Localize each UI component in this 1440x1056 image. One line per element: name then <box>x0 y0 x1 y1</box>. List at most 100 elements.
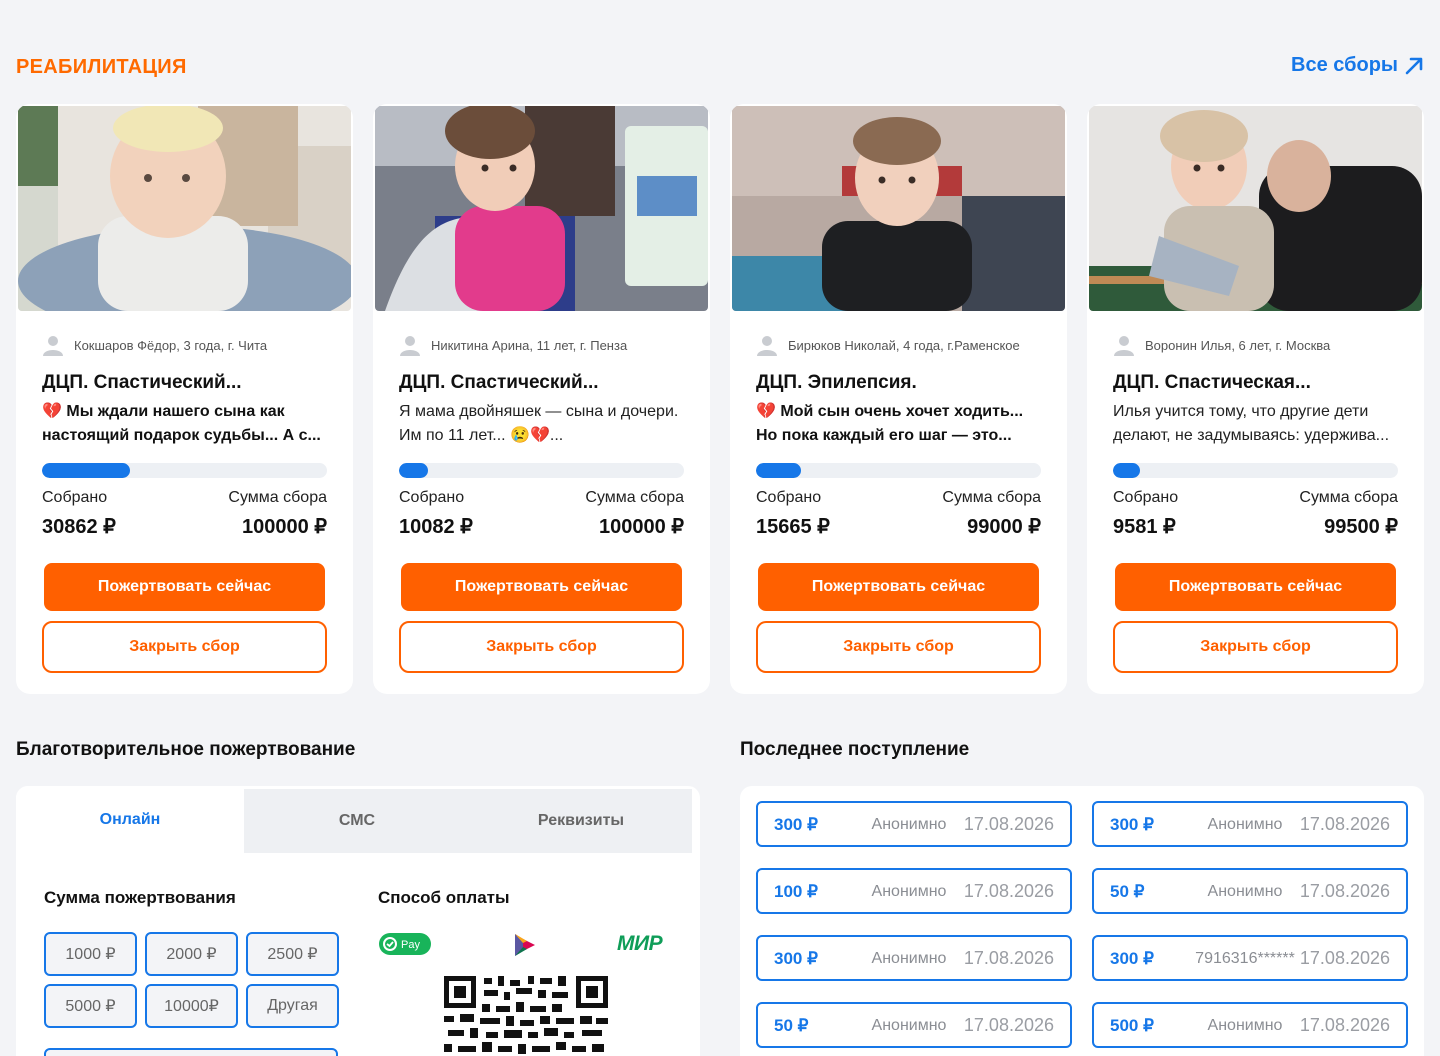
sber-pay-icon: Pay <box>379 933 431 955</box>
child-photo[interactable] <box>18 106 351 311</box>
amount-option[interactable]: 5000 ₽ <box>44 984 137 1028</box>
donation-date: 17.08.2026 <box>963 948 1054 968</box>
all-fundraisers-link[interactable]: Все сборы <box>1291 54 1424 77</box>
donation-row: 500 ₽ Анонимно 17.08.2026 <box>1092 1002 1408 1048</box>
amount-option[interactable]: 1000 ₽ <box>44 932 137 976</box>
progress-fill <box>399 463 428 478</box>
donation-row: 300 ₽ Анонимно 17.08.2026 <box>756 801 1072 847</box>
author-text: Бирюков Николай, 4 года, г.Раменское <box>788 337 1020 353</box>
payment-methods: Pay МИР <box>378 932 674 956</box>
amount-heading: Сумма пожертвования <box>44 888 236 907</box>
latest-donations-heading: Последнее поступление <box>740 739 970 760</box>
all-fundraisers-label: Все сборы <box>1291 54 1398 76</box>
donate-now-button[interactable]: Пожертвовать сейчас <box>44 563 325 611</box>
progress-fill <box>756 463 802 478</box>
collected-label: Собрано <box>1113 489 1179 506</box>
custom-amount-field[interactable] <box>44 1048 338 1056</box>
goal-label: Сумма сбора <box>942 489 1041 506</box>
card-title[interactable]: ДЦП. Спастический... <box>399 372 599 394</box>
author-text: Кокшаров Фёдор, 3 года, г. Чита <box>74 337 268 353</box>
card-title[interactable]: ДЦП. Эпилепсия. <box>756 372 917 394</box>
sber-pay-option[interactable]: Pay <box>378 932 432 961</box>
collected-amount: 30862 ₽ <box>42 516 116 538</box>
sber-pay-label: Pay <box>401 939 420 951</box>
author: Воронин Илья, 6 лет, г. Москва <box>1113 334 1330 356</box>
fundraiser-card[interactable]: Воронин Илья, 6 лет, г. Москва ДЦП. Спас… <box>1087 104 1424 694</box>
donation-amount: 50 ₽ <box>774 1016 809 1035</box>
section-title: РЕАБИЛИТАЦИЯ <box>16 56 187 78</box>
donate-now-button[interactable]: Пожертвовать сейчас <box>758 563 1039 611</box>
donation-amount: 100 ₽ <box>774 882 818 901</box>
close-fundraiser-button[interactable]: Закрыть сбор <box>399 621 684 673</box>
description-line: 💔 Мой сын очень хочет ходить... <box>756 403 1024 420</box>
mir-option[interactable]: МИР <box>617 932 663 956</box>
donate-now-button[interactable]: Пожертвовать сейчас <box>401 563 682 611</box>
donation-date: 17.08.2026 <box>1299 881 1390 901</box>
donation-row: 300 ₽ Анонимно 17.08.2026 <box>756 935 1072 981</box>
card-description: Я мама двойняшек — сына и дочери. Им по … <box>399 400 689 448</box>
donation-donor: 7916316****** <box>1195 950 1295 967</box>
author: Бирюков Николай, 4 года, г.Раменское <box>756 334 1020 356</box>
donation-amount: 300 ₽ <box>1110 815 1154 834</box>
fundraiser-card[interactable]: Кокшаров Фёдор, 3 года, г. Чита ДЦП. Спа… <box>16 104 353 694</box>
collected-label: Собрано <box>756 489 822 506</box>
child-photo[interactable] <box>1089 106 1422 311</box>
description-line: делают, не задумываясь: удержива... <box>1113 427 1390 444</box>
donation-amount: 50 ₽ <box>1110 882 1145 901</box>
section-header: РЕАБИЛИТАЦИЯ Все сборы <box>16 54 1424 82</box>
qr-code[interactable] <box>444 976 608 1056</box>
goal-amount: 99500 ₽ <box>1324 516 1398 538</box>
tab-online[interactable]: Онлайн <box>16 786 244 853</box>
card-description: 💔 Мой сын очень хочет ходить... Но пока … <box>756 400 1046 448</box>
child-photo[interactable] <box>375 106 708 311</box>
author-text: Никитина Арина, 11 лет, г. Пенза <box>431 337 628 353</box>
tab-sms[interactable]: СМС <box>244 786 470 853</box>
close-fundraiser-button[interactable]: Закрыть сбор <box>756 621 1041 673</box>
donation-donor: Анонимно <box>871 816 947 833</box>
author: Никитина Арина, 11 лет, г. Пенза <box>399 334 627 356</box>
donation-row: 300 ₽ 7916316****** 17.08.2026 <box>1092 935 1408 981</box>
progress-fill <box>1113 463 1141 478</box>
progress-bar <box>1113 463 1398 478</box>
child-photo[interactable] <box>732 106 1065 311</box>
sbp-icon <box>515 934 535 956</box>
amount-option[interactable]: 2500 ₽ <box>246 932 339 976</box>
donation-heading: Благотворительное пожертвование <box>16 739 356 760</box>
fundraiser-card[interactable]: Бирюков Николай, 4 года, г.Раменское ДЦП… <box>730 104 1067 694</box>
tab-requisites[interactable]: Реквизиты <box>470 786 696 853</box>
amount-option[interactable]: 2000 ₽ <box>145 932 238 976</box>
donation-amount: 300 ₽ <box>774 815 818 834</box>
donation-amount: 300 ₽ <box>1110 949 1154 968</box>
author: Кокшаров Фёдор, 3 года, г. Чита <box>42 334 267 356</box>
fundraiser-card[interactable]: Никитина Арина, 11 лет, г. Пенза ДЦП. Сп… <box>373 104 710 694</box>
donation-amount: 500 ₽ <box>1110 1016 1154 1035</box>
close-fundraiser-button[interactable]: Закрыть сбор <box>1113 621 1398 673</box>
description-line: настоящий подарок судьбы... А с... <box>42 427 321 444</box>
goal-amount: 100000 ₽ <box>241 516 327 538</box>
collected-amount: 10082 ₽ <box>399 516 473 538</box>
donations-list: 300 ₽ Анонимно 17.08.2026 300 ₽ Анонимно… <box>756 801 1408 1048</box>
donation-donor: Анонимно <box>1207 816 1283 833</box>
donation-donor: Анонимно <box>1207 1017 1283 1034</box>
collected-amount: 9581 ₽ <box>1113 516 1176 538</box>
amount-options: 1000 ₽ 2000 ₽ 2500 ₽ 5000 ₽ 10000₽ Друга… <box>44 932 340 1028</box>
collected-label: Собрано <box>42 489 108 506</box>
card-title[interactable]: ДЦП. Спастическая... <box>1113 372 1311 394</box>
amount-option[interactable]: 10000₽ <box>145 984 238 1028</box>
goal-amount: 100000 ₽ <box>598 516 684 538</box>
amount-option-other[interactable]: Другая <box>246 984 339 1028</box>
donation-row: 50 ₽ Анонимно 17.08.2026 <box>1092 868 1408 914</box>
donation-row: 50 ₽ Анонимно 17.08.2026 <box>756 1002 1072 1048</box>
sbp-option[interactable] <box>513 932 537 963</box>
donation-donor: Анонимно <box>871 1017 947 1034</box>
progress-bar <box>756 463 1041 478</box>
donation-date: 17.08.2026 <box>1299 948 1390 968</box>
close-fundraiser-button[interactable]: Закрыть сбор <box>42 621 327 673</box>
goal-label: Сумма сбора <box>228 489 327 506</box>
latest-donations-panel: 300 ₽ Анонимно 17.08.2026 300 ₽ Анонимно… <box>740 786 1424 1056</box>
card-title[interactable]: ДЦП. Спастический... <box>42 372 242 394</box>
payment-method-heading: Способ оплаты <box>378 888 510 907</box>
donate-now-button[interactable]: Пожертвовать сейчас <box>1115 563 1396 611</box>
progress-fill <box>42 463 131 478</box>
user-avatar-icon <box>400 336 420 356</box>
